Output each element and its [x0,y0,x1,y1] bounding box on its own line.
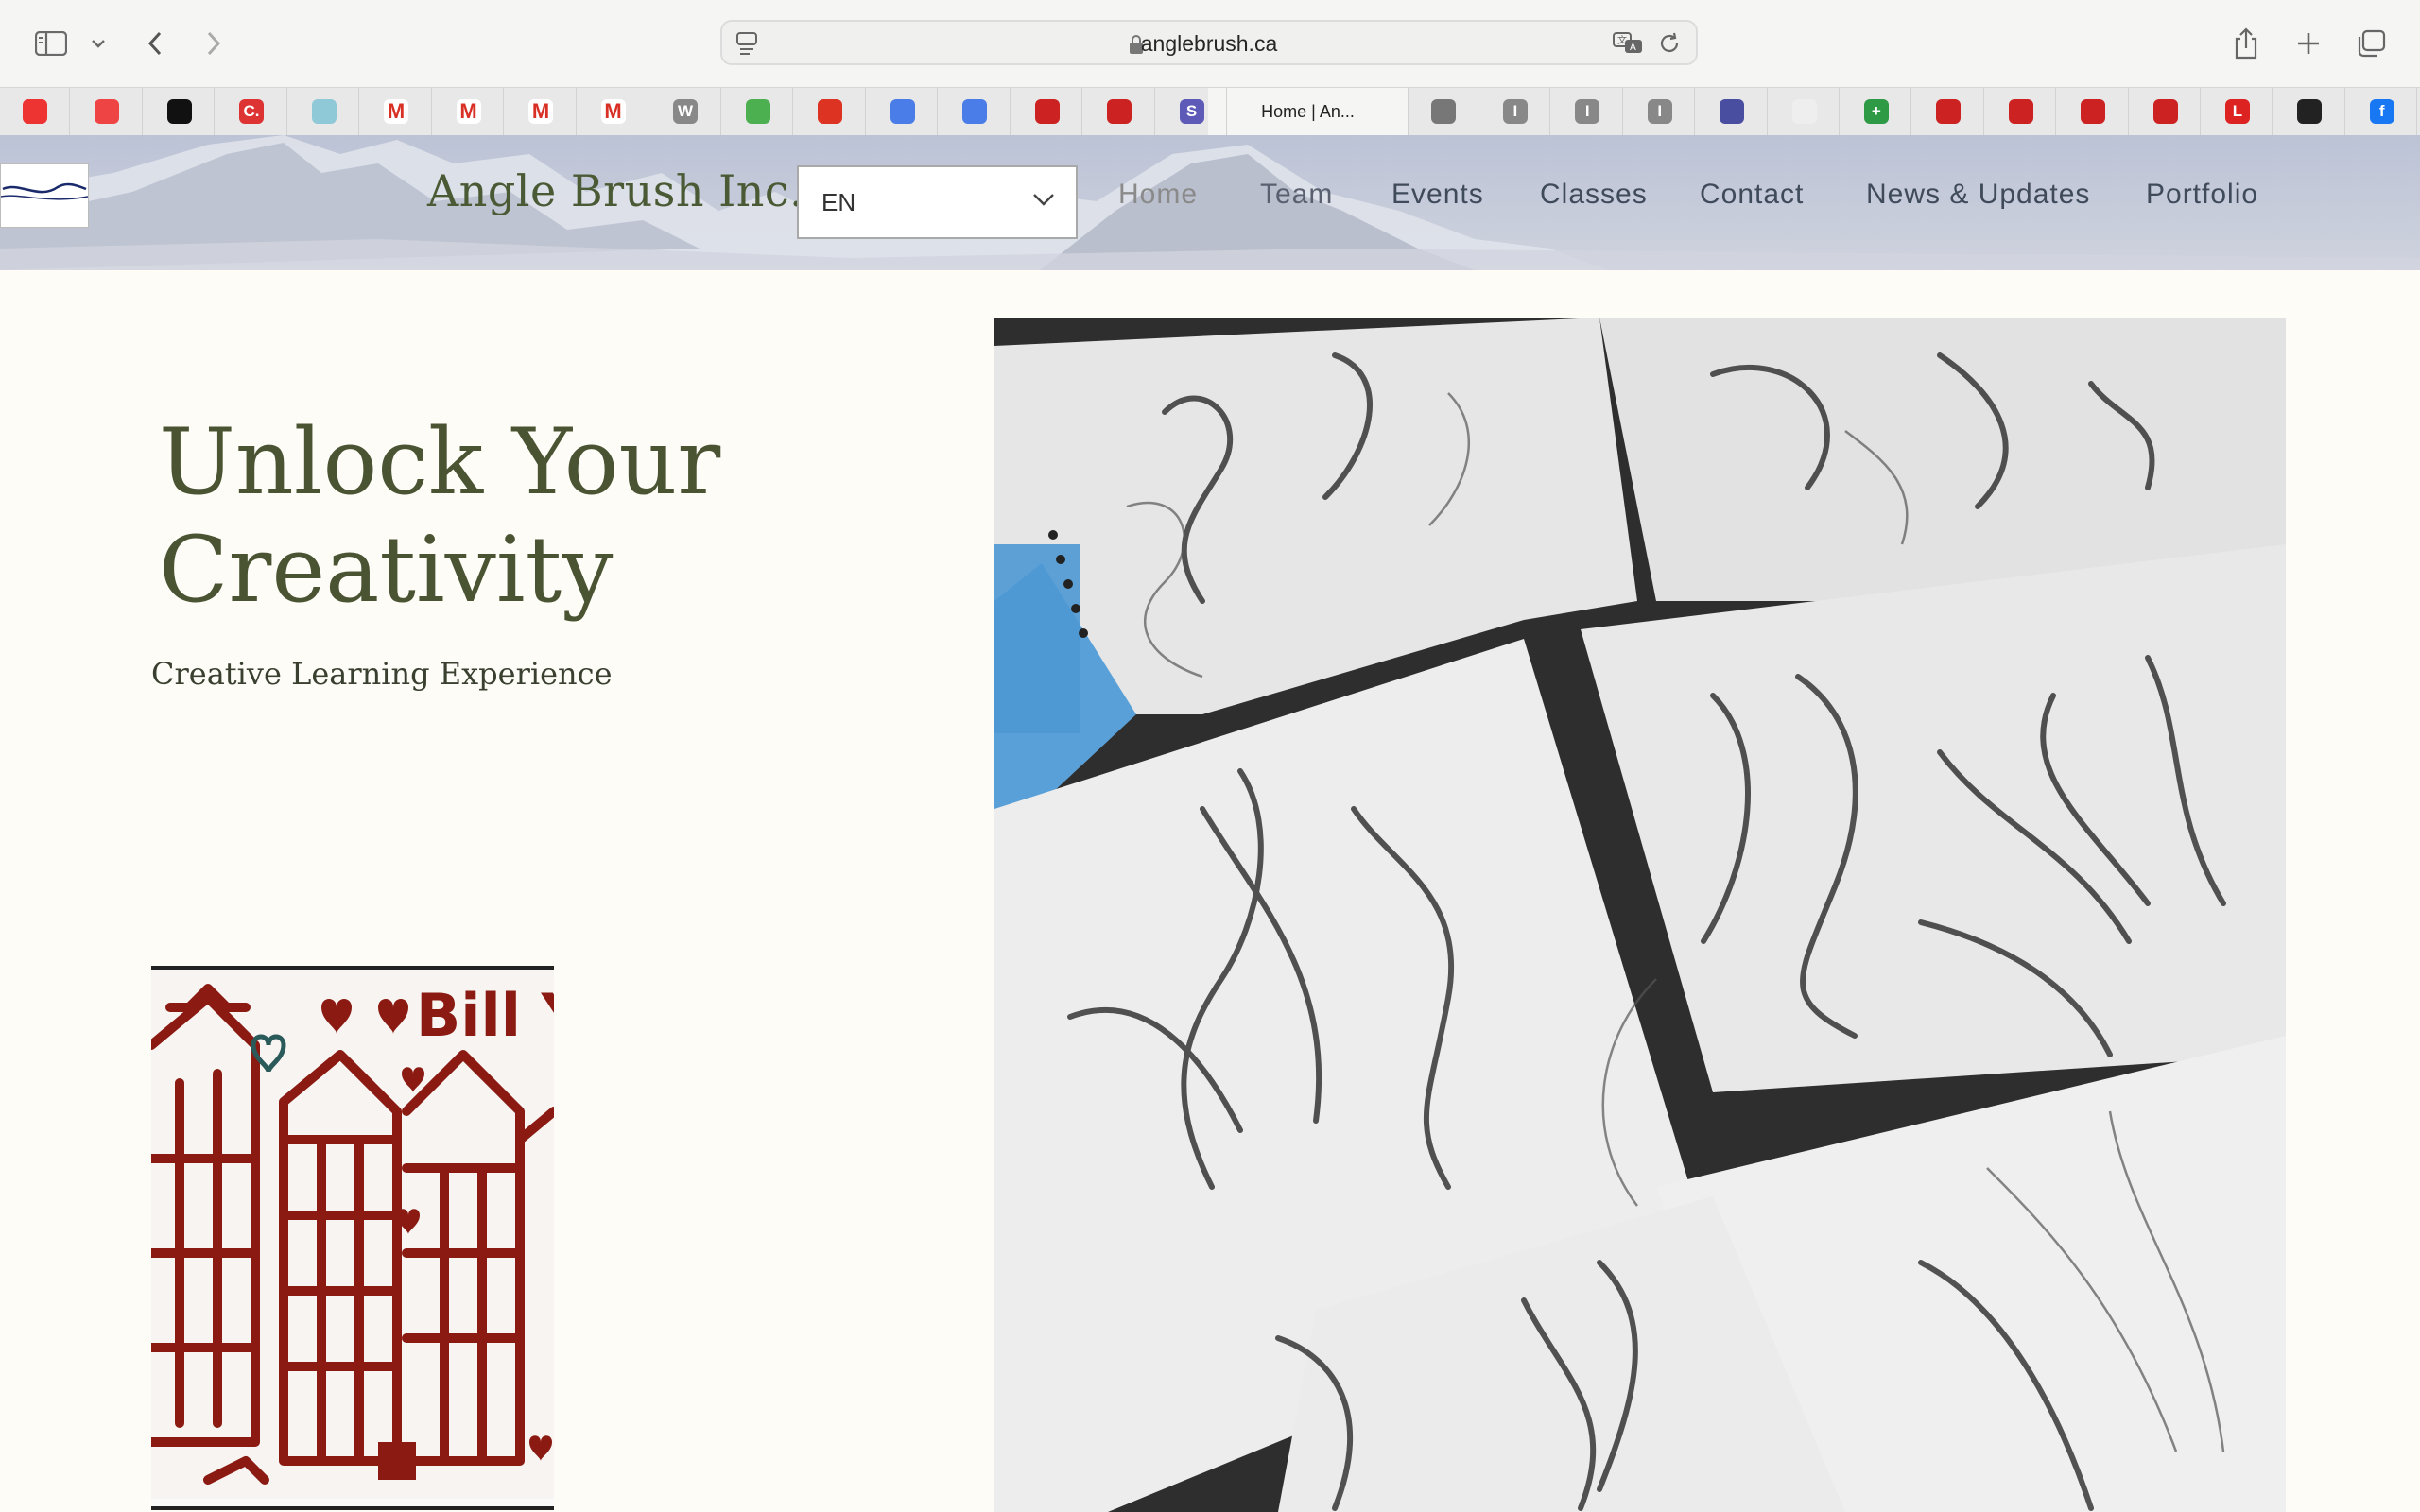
tab-r9[interactable] [1986,88,2057,135]
forward-icon[interactable] [193,23,234,64]
tab-chrome[interactable] [723,88,793,135]
tab-r8[interactable] [1914,88,1984,135]
tab-s-favicon-icon: S [1179,99,1204,124]
language-select[interactable]: EN [797,165,1078,239]
tab-gmail-3-favicon-icon: M [528,99,553,124]
tab-flag-1-favicon-icon [1034,99,1060,124]
tab-r2-favicon-icon: I [1502,99,1528,124]
brand-name[interactable]: Angle Brush Inc. [427,165,804,216]
sidebar-icon[interactable] [30,23,72,64]
nav-classes[interactable]: Classes [1540,179,1648,211]
chevron-down-icon [1032,192,1055,212]
tab-docs-2[interactable] [941,88,1011,135]
tab-r3[interactable]: I [1553,88,1623,135]
tab-3-favicon-icon [166,99,192,124]
hero-title: Unlock Your Creativity [159,408,720,624]
tab-bar: Home | An... C. M M M M W S I I I + Lf [0,87,2420,136]
tab-r6[interactable] [1770,88,1840,135]
site-header: Angle Brush Inc. EN Home Team Events Cla… [0,135,2420,270]
tab-gmail-2[interactable]: M [434,88,504,135]
tab-r10[interactable] [2059,88,2129,135]
tab-r7[interactable]: + [1841,88,1912,135]
translate-icon[interactable]: 文A [1613,31,1645,60]
tab-gmail-1-favicon-icon: M [384,99,408,124]
tab-flag-1[interactable] [1012,88,1082,135]
tab-gmail-4[interactable]: M [579,88,648,135]
child-drawing-text: Bill YA [416,981,554,1050]
tab-canada[interactable] [796,88,866,135]
hero-title-line-2: Creativity [159,517,614,623]
tab-4-favicon-icon: C. [239,99,264,124]
tab-3[interactable] [145,88,215,135]
child-drawing-image: Bill YA [151,966,554,1510]
tab-chrome-favicon-icon [745,99,770,124]
tab-r14-favicon-icon: f [2369,99,2394,124]
tab-gmail-3[interactable]: M [507,88,577,135]
tab-5-favicon-icon [311,99,337,124]
tab-r7-favicon-icon: + [1863,99,1889,124]
new-tab-icon[interactable] [2288,23,2329,64]
hero-title-line-1: Unlock Your [159,409,721,515]
tab-w[interactable]: W [651,88,721,135]
tab-r5[interactable] [1698,88,1768,135]
svg-text:A: A [1630,43,1636,53]
svg-text:文: 文 [1617,34,1627,46]
tab-r5-favicon-icon [1720,99,1745,124]
nav-contact[interactable]: Contact [1700,179,1804,211]
nav-team[interactable]: Team [1260,179,1333,211]
nav-events[interactable]: Events [1392,179,1484,211]
nav-portfolio[interactable]: Portfolio [2146,179,2258,211]
tab-w-favicon-icon: W [673,99,698,124]
tab-1-favicon-icon [22,99,47,124]
tab-r12-favicon-icon: L [2224,99,2250,124]
tab-docs-2-favicon-icon [962,99,987,124]
back-icon[interactable] [134,23,176,64]
tab-docs-1-favicon-icon [890,99,915,124]
active-tab-title: Home | An... [1261,101,1355,121]
chevron-down-icon[interactable] [78,23,119,64]
tab-r13-favicon-icon [2297,99,2323,124]
tab-4[interactable]: C. [217,88,287,135]
tab-r9-favicon-icon [2008,99,2033,124]
logo[interactable] [0,163,89,228]
tab-r10-favicon-icon [2081,99,2106,124]
tab-r14[interactable]: f [2347,88,2418,135]
tab-gmail-2-favicon-icon: M [456,99,481,124]
nav-home[interactable]: Home [1118,179,1198,211]
browser-toolbar: anglebrush.ca 文A [0,0,2420,87]
tab-s[interactable]: S [1157,88,1227,135]
tab-r13[interactable] [2275,88,2345,135]
tab-2-favicon-icon [95,99,119,124]
language-value: EN [821,188,856,216]
tab-active[interactable]: Home | An... [1208,88,1409,135]
url-text: anglebrush.ca [1140,31,1278,56]
address-bar[interactable]: anglebrush.ca 文A [720,20,1698,65]
tab-r6-favicon-icon [1791,99,1817,124]
tabs-overview-icon[interactable] [2350,23,2392,64]
tab-r4[interactable]: I [1625,88,1696,135]
share-icon[interactable] [2225,23,2267,64]
tab-r12[interactable]: L [2203,88,2273,135]
tab-r8-favicon-icon [1936,99,1962,124]
tab-r3-favicon-icon: I [1575,99,1600,124]
tab-gmail-4-favicon-icon: M [600,99,626,124]
tab-gmail-1[interactable]: M [362,88,432,135]
tab-2[interactable] [73,88,143,135]
tab-5[interactable] [289,88,359,135]
nav-news-updates[interactable]: News & Updates [1866,179,2090,211]
tab-r1-favicon-icon [1430,99,1456,124]
tab-1[interactable] [0,88,70,135]
tab-r2[interactable]: I [1480,88,1551,135]
tab-r4-favicon-icon: I [1647,99,1672,124]
tab-flag-2[interactable] [1085,88,1155,135]
tab-docs-1[interactable] [868,88,938,135]
tab-flag-2-favicon-icon [1107,99,1132,124]
figure-sketches-image [994,318,2286,1512]
tab-r11-favicon-icon [2152,99,2178,124]
tab-r11[interactable] [2131,88,2201,135]
tab-r1[interactable] [1409,88,1478,135]
hero-subtitle: Creative Learning Experience [151,656,613,692]
reload-icon[interactable] [1658,31,1681,60]
tab-canada-favicon-icon [818,99,842,124]
